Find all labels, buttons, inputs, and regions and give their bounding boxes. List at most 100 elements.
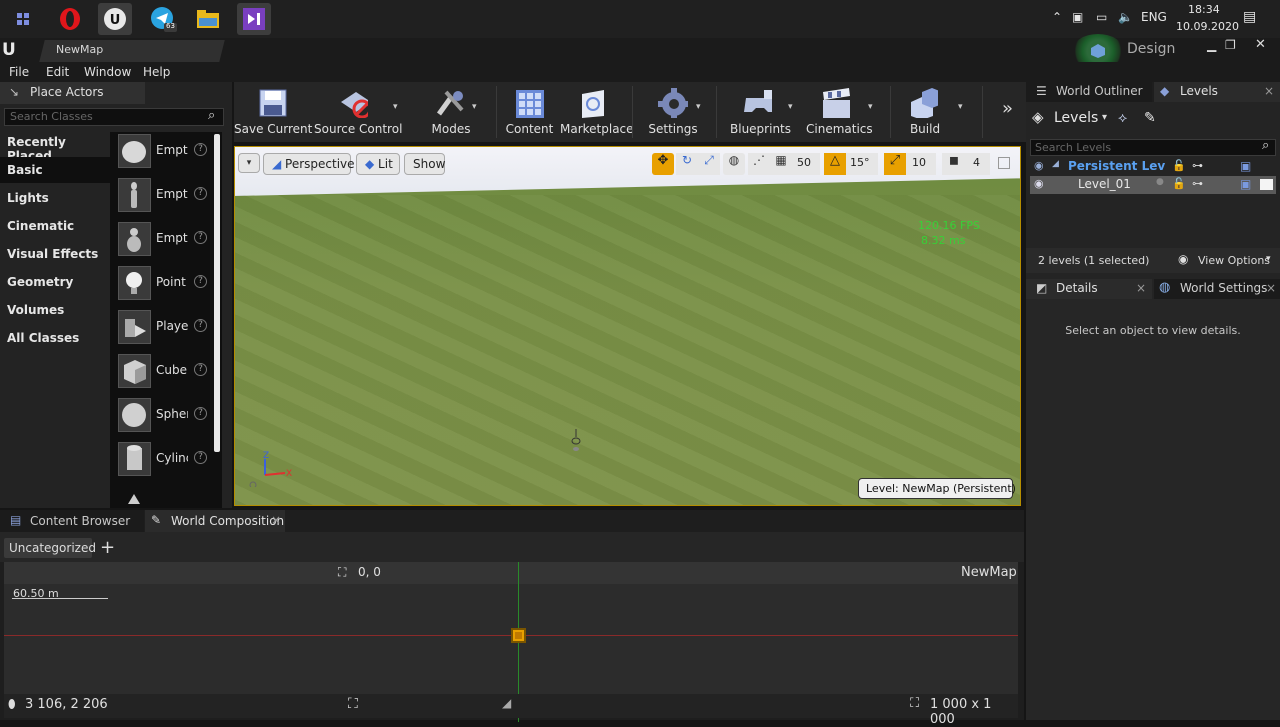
camera-speed-icon[interactable]: ◼ xyxy=(942,153,966,175)
tab-world-composition[interactable]: ✎ World Composition × xyxy=(145,510,285,532)
tray-date[interactable]: 10.09.2020 xyxy=(1176,20,1239,33)
unreal-logo-icon[interactable]: U xyxy=(2,40,16,60)
levels-summon-icon[interactable]: ⟡ xyxy=(1118,110,1127,126)
levels-dropdown-arrow-icon[interactable]: ▾ xyxy=(1102,112,1107,123)
resize-grip-icon[interactable]: ◢ xyxy=(502,696,511,710)
help-icon[interactable]: ? xyxy=(194,451,207,464)
maximize-viewport-icon[interactable] xyxy=(998,157,1010,169)
scale-snap-value[interactable]: 10 xyxy=(906,153,936,175)
rotation-snap-value[interactable]: 15° xyxy=(846,153,878,175)
rotate-icon[interactable]: ↻ xyxy=(676,153,698,175)
actor-cylinder[interactable]: Cylinc? xyxy=(116,440,212,480)
help-icon[interactable]: ? xyxy=(194,143,207,156)
marketplace-button[interactable]: Marketplace xyxy=(560,84,634,140)
lit-button[interactable]: ◆ Lit xyxy=(356,153,400,175)
source-control-button[interactable]: Source Control xyxy=(314,84,402,140)
visibility-eye-icon[interactable]: ◉ xyxy=(1034,159,1044,172)
actor-cone-partial[interactable] xyxy=(116,486,212,504)
category-volumes[interactable]: Volumes xyxy=(0,297,110,323)
view-options-button[interactable]: View Options xyxy=(1198,254,1270,267)
grid-size-value[interactable]: 50 xyxy=(792,153,820,175)
player-start-icon[interactable] xyxy=(569,429,583,453)
actor-sphere[interactable]: Spher? xyxy=(116,396,212,436)
add-layer-icon[interactable]: + xyxy=(100,537,115,558)
uncategorized-button[interactable]: Uncategorized xyxy=(4,538,96,558)
actor-player-start[interactable]: Playe? xyxy=(116,308,212,348)
expand-arrow-icon[interactable]: ◢ xyxy=(1052,159,1059,169)
level-bounds-marker[interactable] xyxy=(511,628,526,643)
file-explorer-icon[interactable] xyxy=(191,3,225,35)
toolbar-overflow-icon[interactable]: » xyxy=(1002,98,1013,119)
level-row-level01[interactable]: ◉ Level_01 ● 🔓 ⊶ ▣ xyxy=(1030,176,1276,194)
translate-icon[interactable]: ✥ xyxy=(652,153,674,175)
search-classes-input[interactable]: Search Classes ⌕ xyxy=(4,108,224,126)
actor-empty-actor[interactable]: Empty? xyxy=(116,132,212,172)
settings-dropdown-icon[interactable]: ▾ xyxy=(696,102,701,112)
build-dropdown-icon[interactable]: ▾ xyxy=(958,102,963,112)
actor-point-light[interactable]: Point? xyxy=(116,264,212,304)
show-button[interactable]: Show xyxy=(404,153,445,175)
levels-dropdown-label[interactable]: Levels xyxy=(1054,110,1098,126)
maximize-button[interactable]: ❐ xyxy=(1225,38,1236,52)
menu-file[interactable]: File xyxy=(9,65,29,79)
unreal-taskbar-icon[interactable]: U xyxy=(98,3,132,35)
level-tab[interactable]: NewMap xyxy=(56,43,103,56)
tab-levels[interactable]: ◆ Levels × xyxy=(1154,82,1280,102)
perspective-button[interactable]: ◢ Perspective xyxy=(263,153,355,175)
category-recently-placed[interactable]: Recently Placed xyxy=(0,129,110,163)
help-icon[interactable]: ? xyxy=(194,363,207,376)
category-lights[interactable]: Lights xyxy=(0,185,110,211)
visual-studio-icon[interactable] xyxy=(237,3,271,35)
help-icon[interactable]: ? xyxy=(194,187,207,200)
focus-selection-icon[interactable]: ⛶ xyxy=(348,696,358,712)
save-level-icon[interactable]: ▣ xyxy=(1240,177,1251,191)
surface-snap-icon[interactable]: ⋰ xyxy=(748,153,770,175)
world-space-icon[interactable]: ◍ xyxy=(723,153,745,175)
category-geometry[interactable]: Geometry xyxy=(0,269,110,295)
settings-button[interactable]: Settings xyxy=(644,84,702,140)
cinematics-dropdown-icon[interactable]: ▾ xyxy=(868,102,873,112)
camera-speed-value[interactable]: 4 xyxy=(966,153,990,175)
tray-volume-icon[interactable]: 🔈 xyxy=(1118,10,1133,24)
actor-cube[interactable]: Cube? xyxy=(116,352,212,392)
gamepad-icon[interactable]: ⊶ xyxy=(1192,177,1203,190)
close-world-settings-tab-icon[interactable]: × xyxy=(1266,281,1276,295)
help-icon[interactable]: ? xyxy=(194,319,207,332)
level-color-swatch[interactable] xyxy=(1260,179,1273,190)
scale-snap-icon[interactable]: ⤢ xyxy=(884,153,906,175)
search-levels-input[interactable]: Search Levels ⌕ xyxy=(1030,138,1276,156)
modes-button[interactable]: Modes xyxy=(426,84,476,140)
actor-empty-character[interactable]: Empty? xyxy=(116,176,212,216)
tab-world-outliner[interactable]: ☰ World Outliner xyxy=(1026,82,1152,102)
scale-icon[interactable]: ⤢ xyxy=(698,153,720,175)
gamepad-icon[interactable]: ⊶ xyxy=(1192,159,1203,172)
tray-time[interactable]: 18:34 xyxy=(1188,3,1220,16)
category-cinematic[interactable]: Cinematic xyxy=(0,213,110,239)
cinematics-button[interactable]: Cinematics xyxy=(806,84,873,140)
tab-world-settings[interactable]: ◍ World Settings × xyxy=(1154,279,1280,299)
menu-window[interactable]: Window xyxy=(84,65,131,79)
tray-language[interactable]: ENG xyxy=(1141,10,1167,24)
grid-snap-icon[interactable]: ▦ xyxy=(770,153,792,175)
content-button[interactable]: Content xyxy=(502,84,557,140)
tab-details[interactable]: ◩ Details × xyxy=(1026,279,1152,299)
lock-icon[interactable]: 🔓 xyxy=(1172,177,1186,190)
close-levels-tab-icon[interactable]: × xyxy=(1264,84,1274,98)
place-actors-tab[interactable]: ↘ Place Actors xyxy=(0,82,145,104)
modes-dropdown-icon[interactable]: ▾ xyxy=(472,102,477,112)
composition-grid[interactable]: 60.50 m xyxy=(4,562,1018,722)
lock-icon[interactable]: 🔓 xyxy=(1172,159,1186,172)
menu-help[interactable]: Help xyxy=(143,65,170,79)
source-control-dropdown-icon[interactable]: ▾ xyxy=(393,102,398,112)
rotation-snap-icon[interactable]: △ xyxy=(824,153,846,175)
level-row-persistent[interactable]: ◉ ◢ Persistent Lev 🔓 ⊶ ▣ xyxy=(1030,158,1276,176)
viewport-options-dropdown[interactable]: ▾ xyxy=(238,153,260,173)
minimize-button[interactable]: ▁ xyxy=(1207,38,1216,52)
close-details-tab-icon[interactable]: × xyxy=(1136,281,1146,295)
tray-camera-icon[interactable]: ▣ xyxy=(1072,10,1083,24)
save-current-button[interactable]: Save Current xyxy=(234,84,312,140)
view-options-arrow-icon[interactable]: ▾ xyxy=(1266,254,1271,264)
opera-icon[interactable] xyxy=(53,3,87,35)
tray-network-icon[interactable]: ▭ xyxy=(1096,10,1107,24)
notification-icon[interactable]: ▤ xyxy=(1243,9,1256,25)
